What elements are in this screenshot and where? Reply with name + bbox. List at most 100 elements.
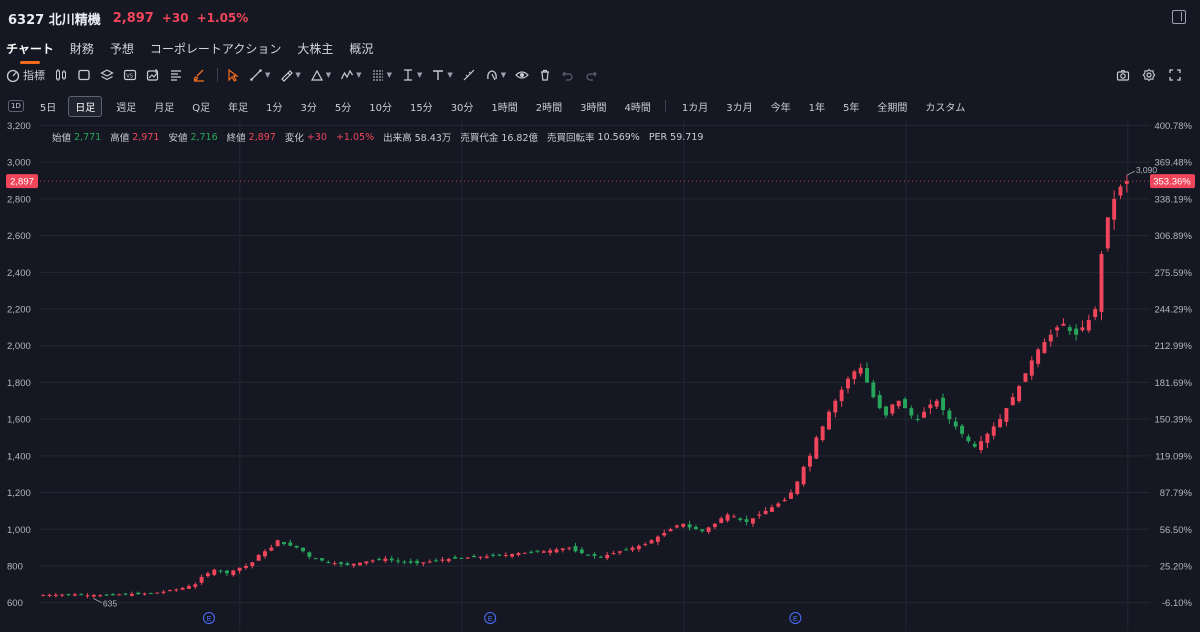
pct-tick-label: 244.29% xyxy=(1154,305,1192,316)
candle-body xyxy=(339,562,343,565)
candle-body xyxy=(611,553,616,555)
section-tabs: チャート 財務 予想 コーポレートアクション 大株主 概況 xyxy=(0,36,389,64)
fib-icon[interactable]: ▼ xyxy=(371,65,392,85)
candle-body xyxy=(510,554,515,557)
brush-icon[interactable]: ▼ xyxy=(279,65,301,85)
pct-tick-label: 338.19% xyxy=(1154,194,1192,205)
range-custom[interactable]: カスタム xyxy=(925,97,965,116)
period-3min[interactable]: 3分 xyxy=(300,97,316,116)
price-change-pct: +1.05% xyxy=(196,11,249,25)
candle-body xyxy=(1093,309,1098,318)
candle-body xyxy=(541,551,546,553)
paint-brush-icon[interactable] xyxy=(192,65,206,85)
candle-body xyxy=(370,560,375,562)
rectangle-icon[interactable] xyxy=(77,65,91,85)
text-tool-icon[interactable]: ▼ xyxy=(431,65,453,85)
period-daily[interactable]: 日足 xyxy=(68,95,103,117)
tab-major-shareholders[interactable]: 大株主 xyxy=(297,40,333,57)
period-1h[interactable]: 1時間 xyxy=(491,97,517,116)
toolbar-divider xyxy=(217,68,218,82)
period-1d[interactable]: 1D xyxy=(8,100,24,112)
period-weekly[interactable]: 週足 xyxy=(116,97,136,116)
period-15min[interactable]: 15分 xyxy=(410,97,433,116)
settings-icon[interactable] xyxy=(1142,65,1156,85)
camera-icon[interactable] xyxy=(1116,65,1130,85)
range-ytd[interactable]: 今年 xyxy=(771,97,791,116)
range-5y[interactable]: 5年 xyxy=(843,97,859,116)
candle-body xyxy=(763,510,768,515)
undo-icon[interactable] xyxy=(561,65,575,85)
range-3m[interactable]: 3カ月 xyxy=(726,97,752,116)
candle-body xyxy=(205,573,210,577)
trade-value-label: 売買代金 xyxy=(460,133,499,144)
candle-body xyxy=(60,594,65,596)
candle-body xyxy=(288,542,293,546)
period-1min[interactable]: 1分 xyxy=(266,97,282,116)
period-monthly[interactable]: 月足 xyxy=(154,97,174,116)
period-5min[interactable]: 5分 xyxy=(335,97,351,116)
period-2h[interactable]: 2時間 xyxy=(536,97,562,116)
period-5d[interactable]: 5日 xyxy=(40,97,56,116)
tab-overview[interactable]: 概況 xyxy=(349,40,373,57)
pattern-icon[interactable]: ▼ xyxy=(340,65,362,85)
chart-add-icon[interactable] xyxy=(146,65,160,85)
candle-body xyxy=(351,563,356,566)
range-1m[interactable]: 1カ月 xyxy=(682,97,708,116)
candle-body xyxy=(396,560,401,562)
fullscreen-icon[interactable] xyxy=(1168,65,1182,85)
y-tick-label: 1,800 xyxy=(7,378,31,389)
candle-type-icon[interactable] xyxy=(54,65,68,85)
candle-body xyxy=(712,523,717,528)
trend-line-icon[interactable]: ▼ xyxy=(249,65,270,85)
period-bar: 1D 5日 日足 週足 月足 Q足 年足 1分 3分 5分 10分 15分 30… xyxy=(0,95,983,117)
candle-body xyxy=(174,589,179,591)
period-10min[interactable]: 10分 xyxy=(369,97,392,116)
ruler-icon[interactable] xyxy=(462,65,476,85)
trash-icon[interactable] xyxy=(538,65,552,85)
candle-body xyxy=(1118,186,1123,196)
period-quarterly[interactable]: Q足 xyxy=(192,97,210,116)
tab-chart[interactable]: チャート xyxy=(6,40,54,64)
candle-body xyxy=(630,547,635,551)
tab-financials[interactable]: 財務 xyxy=(70,40,94,57)
compare-icon[interactable]: VS xyxy=(123,65,137,85)
redo-icon[interactable] xyxy=(584,65,598,85)
volume-label: 出来高 xyxy=(383,133,412,144)
side-panel-icon[interactable] xyxy=(1172,10,1186,24)
layers-icon[interactable] xyxy=(100,65,114,85)
tab-forecast[interactable]: 予想 xyxy=(110,40,134,57)
period-30min[interactable]: 30分 xyxy=(451,97,474,116)
text-lines-icon[interactable] xyxy=(169,65,183,85)
tab-corporate-actions[interactable]: コーポレートアクション xyxy=(150,40,281,57)
candle-body xyxy=(934,400,939,407)
range-all[interactable]: 全期間 xyxy=(877,97,907,116)
candle-body xyxy=(998,419,1003,428)
candle-body xyxy=(155,592,160,594)
y-tick-label: 2,800 xyxy=(7,194,31,205)
candle-body xyxy=(72,594,77,596)
y-tick-label: 1,200 xyxy=(7,488,31,499)
price-chart[interactable]: 3,200 400.78% 3,000 369.48% 2,800 338.19% 2,60… xyxy=(0,120,1200,632)
range-1y[interactable]: 1年 xyxy=(809,97,825,116)
triangle-icon[interactable]: ▼ xyxy=(310,65,331,85)
candle-body xyxy=(231,570,236,576)
period-4h[interactable]: 4時間 xyxy=(625,97,651,116)
candle-body xyxy=(738,518,743,521)
measure-icon[interactable]: ▼ xyxy=(401,65,422,85)
max-price-label: 3,090 xyxy=(1136,165,1158,175)
min-price-label: 635 xyxy=(103,599,117,609)
period-3h[interactable]: 3時間 xyxy=(580,97,606,116)
candle-body xyxy=(516,553,521,556)
candle-body xyxy=(605,554,610,559)
candle-body xyxy=(446,558,451,562)
candle-body xyxy=(909,408,914,416)
period-yearly[interactable]: 年足 xyxy=(228,97,248,116)
indicator-button[interactable]: 指標 xyxy=(6,65,45,85)
y-tick-label: 1,000 xyxy=(7,525,31,536)
cursor-icon[interactable] xyxy=(226,65,240,85)
magnet-icon[interactable]: ▼ xyxy=(485,65,506,85)
pct-tick-label: 400.78% xyxy=(1154,121,1192,132)
pct-tick-label: 181.69% xyxy=(1154,378,1192,389)
eye-icon[interactable] xyxy=(515,65,529,85)
candle-body xyxy=(1029,360,1034,376)
